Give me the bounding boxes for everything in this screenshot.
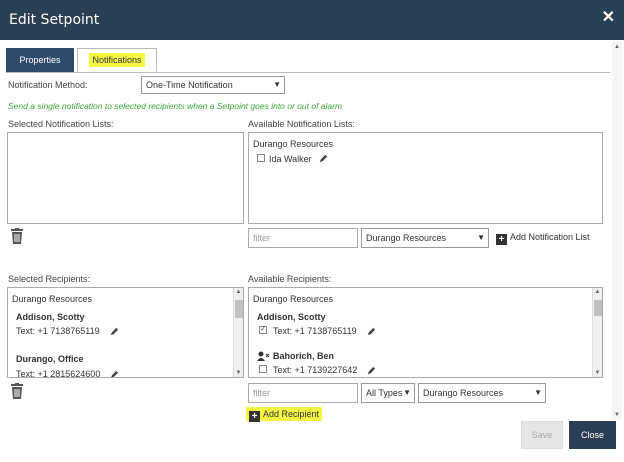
recipient-text: Text: +1 7138765119 bbox=[273, 326, 357, 336]
dialog-title: Edit Setpoint bbox=[9, 12, 100, 28]
scroll-down-icon[interactable]: ▼ bbox=[614, 412, 620, 418]
chevron-down-icon: ▼ bbox=[403, 388, 411, 397]
recipient-text: Text: +1 7139227642 bbox=[273, 365, 358, 375]
recipient-name: Addison, Scotty bbox=[257, 312, 326, 322]
available-recipients-group: Durango Resources bbox=[253, 294, 334, 304]
selected-lists-box[interactable] bbox=[7, 132, 244, 224]
close-button[interactable]: Close bbox=[569, 421, 616, 449]
add-recipient-label: Add Recipient bbox=[263, 409, 320, 419]
pencil-icon[interactable] bbox=[319, 154, 328, 163]
available-recipients-label: Available Recipients: bbox=[248, 274, 332, 284]
scroll-thumb[interactable] bbox=[235, 300, 243, 318]
selected-recipients-box: Durango Resources Addison, Scotty Text: … bbox=[7, 287, 244, 378]
selected-recipients-scrollbar[interactable]: ▲ ▼ bbox=[233, 288, 243, 377]
tab-notifications-label: Notifications bbox=[89, 53, 145, 67]
list-item-name: Ida Walker bbox=[269, 154, 312, 164]
recipient-checkbox[interactable]: ✓ bbox=[259, 326, 267, 334]
available-lists-org-value: Durango Resources bbox=[366, 233, 447, 243]
pencil-icon[interactable] bbox=[110, 370, 119, 378]
available-lists-group: Durango Resources bbox=[253, 139, 334, 149]
available-lists-box: Durango Resources Ida Walker bbox=[248, 132, 603, 224]
notification-description: Send a single notification to selected r… bbox=[8, 101, 343, 111]
notification-method-select[interactable]: One-Time Notification ▼ bbox=[141, 76, 285, 94]
dialog-header: Edit Setpoint ✕ bbox=[0, 0, 624, 40]
recipient-name: Durango, Office bbox=[16, 354, 84, 364]
trash-icon[interactable] bbox=[10, 228, 24, 244]
notification-method-value: One-Time Notification bbox=[146, 80, 233, 90]
dialog-scrollbar[interactable]: ▲ ▼ bbox=[612, 42, 622, 420]
chevron-down-icon: ▼ bbox=[273, 80, 281, 89]
pencil-icon[interactable] bbox=[110, 327, 119, 336]
selected-recipients-label: Selected Recipients: bbox=[8, 274, 91, 284]
tab-properties[interactable]: Properties bbox=[6, 48, 74, 72]
selected-lists-label: Selected Notification Lists: bbox=[8, 119, 114, 129]
available-lists-label: Available Notification Lists: bbox=[248, 119, 355, 129]
tab-notifications[interactable]: Notifications bbox=[77, 48, 157, 72]
close-icon[interactable]: ✕ bbox=[602, 7, 615, 27]
scroll-up-icon[interactable]: ▲ bbox=[234, 289, 243, 295]
scroll-down-icon[interactable]: ▼ bbox=[593, 370, 602, 376]
available-lists-org-select[interactable]: Durango Resources ▼ bbox=[361, 228, 489, 248]
user-icon bbox=[257, 351, 270, 361]
scroll-up-icon[interactable]: ▲ bbox=[593, 289, 602, 295]
recipient-name: Bahorich, Ben bbox=[273, 351, 335, 361]
notification-method-label: Notification Method: bbox=[8, 80, 88, 90]
scroll-down-icon[interactable]: ▼ bbox=[234, 370, 243, 376]
scroll-thumb[interactable] bbox=[594, 300, 602, 316]
available-recipients-box: Durango Resources Addison, Scotty ✓ Text… bbox=[248, 287, 603, 378]
recipient-checkbox[interactable] bbox=[259, 365, 267, 373]
recipient-type-select[interactable]: All Types ▼ bbox=[361, 383, 415, 403]
recipient-name: Addison, Scotty bbox=[16, 312, 85, 322]
chevron-down-icon: ▼ bbox=[477, 233, 485, 242]
pencil-icon[interactable] bbox=[367, 327, 376, 336]
add-recipient-button[interactable]: + Add Recipient bbox=[246, 407, 323, 422]
chevron-down-icon: ▼ bbox=[534, 388, 542, 397]
trash-icon[interactable] bbox=[10, 383, 24, 399]
recipient-type-value: All Types bbox=[366, 388, 403, 398]
add-notification-list-label: Add Notification List bbox=[510, 232, 590, 242]
available-lists-filter[interactable]: filter bbox=[248, 228, 358, 248]
plus-icon: + bbox=[249, 411, 260, 422]
tab-divider bbox=[6, 72, 610, 73]
available-recipients-org-select[interactable]: Durango Resources ▼ bbox=[418, 383, 546, 403]
scroll-up-icon[interactable]: ▲ bbox=[614, 44, 620, 50]
list-item-checkbox[interactable] bbox=[257, 154, 265, 162]
available-recipients-org-value: Durango Resources bbox=[423, 388, 504, 398]
selected-recipients-group: Durango Resources bbox=[12, 294, 93, 304]
add-notification-list-button[interactable]: + Add Notification List bbox=[496, 232, 590, 245]
plus-icon: + bbox=[496, 234, 507, 245]
recipient-text: Text: +1 7138765119 bbox=[16, 326, 100, 336]
available-recipients-filter[interactable]: filter bbox=[248, 383, 358, 403]
pencil-icon[interactable] bbox=[367, 366, 376, 375]
save-button[interactable]: Save bbox=[521, 421, 563, 449]
available-recipients-scrollbar[interactable]: ▲ ▼ bbox=[592, 288, 602, 377]
recipient-text: Text: +1 2815624600 bbox=[16, 369, 101, 378]
